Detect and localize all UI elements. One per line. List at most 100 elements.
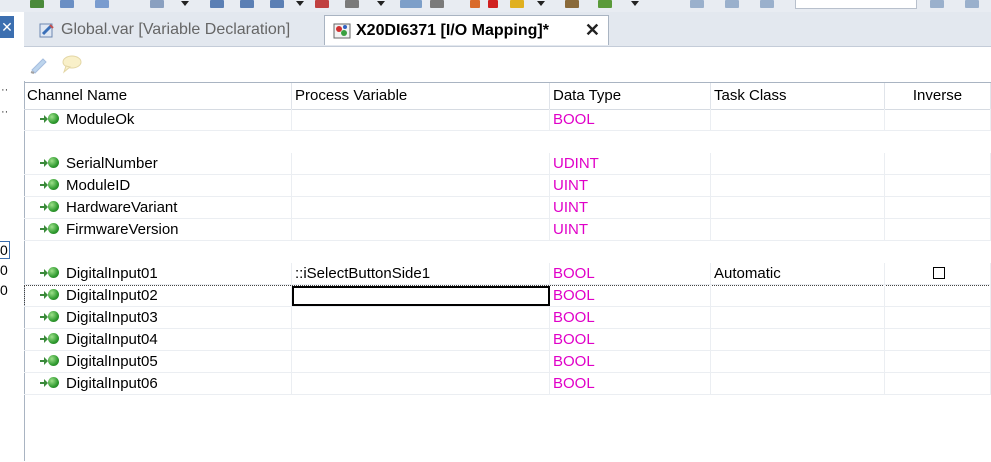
channel-name-cell[interactable]: DigitalInput05	[24, 351, 292, 373]
channel-name-cell[interactable]: HardwareVariant	[24, 197, 292, 219]
process-variable-editor[interactable]	[292, 286, 550, 306]
tab-io-mapping[interactable]: X20DI6371 [I/O Mapping]* ✕	[324, 15, 609, 45]
channel-pin-icon	[40, 333, 60, 345]
table-row[interactable]: SerialNumber UDINT	[24, 153, 991, 175]
process-variable-cell[interactable]	[292, 175, 550, 197]
task-class-cell[interactable]	[711, 219, 885, 241]
inverse-cell[interactable]	[885, 285, 991, 307]
process-variable-cell[interactable]	[292, 307, 550, 329]
channel-name-cell[interactable]: DigitalInput06	[24, 373, 292, 395]
toolbar-icon[interactable]	[930, 0, 944, 8]
channel-name-cell[interactable]: FirmwareVersion	[24, 219, 292, 241]
channel-name-cell[interactable]: ModuleOk	[24, 109, 292, 131]
process-variable-cell[interactable]	[292, 109, 550, 131]
toolbar-icon[interactable]	[965, 0, 979, 8]
table-row[interactable]: DigitalInput05 BOOL	[24, 351, 991, 373]
toolbar-icon[interactable]	[30, 0, 44, 8]
channel-name-text: DigitalInput01	[66, 265, 158, 282]
toolbar-icon[interactable]	[240, 0, 254, 8]
task-class-cell[interactable]	[711, 329, 885, 351]
channel-name-cell[interactable]: SerialNumber	[24, 153, 292, 175]
task-class-cell[interactable]	[711, 373, 885, 395]
close-icon[interactable]: ✕	[585, 20, 600, 41]
inverse-cell[interactable]	[885, 219, 991, 241]
process-variable-cell[interactable]	[292, 153, 550, 175]
toolbar-icon[interactable]	[150, 0, 164, 8]
toolbar-icon[interactable]	[60, 0, 74, 8]
channel-name-cell[interactable]: DigitalInput02	[24, 285, 292, 307]
toolbar-icon[interactable]	[400, 0, 422, 8]
table-row[interactable]: DigitalInput04 BOOL	[24, 329, 991, 351]
process-variable-cell[interactable]	[292, 329, 550, 351]
table-row[interactable]: DigitalInput01::iSelectButtonSide1 BOOL Au…	[24, 263, 991, 285]
inverse-cell[interactable]	[885, 263, 991, 285]
task-class-cell[interactable]	[711, 307, 885, 329]
channel-name-cell[interactable]: DigitalInput04	[24, 329, 292, 351]
data-type-cell: BOOL	[550, 263, 711, 285]
channel-name-cell[interactable]: ModuleID	[24, 175, 292, 197]
table-row[interactable]: ModuleOk BOOL	[24, 109, 991, 131]
inverse-checkbox[interactable]	[933, 267, 945, 279]
toolbar-icon[interactable]	[725, 0, 739, 8]
column-header-task-class[interactable]: Task Class	[711, 83, 885, 109]
table-row[interactable]: DigitalInput02 BOOL	[24, 285, 991, 307]
inverse-cell[interactable]	[885, 307, 991, 329]
task-class-cell[interactable]	[711, 109, 885, 131]
tab-global-var[interactable]: Global.var [Variable Declaration]	[30, 15, 298, 45]
chevron-down-icon[interactable]	[377, 1, 385, 6]
toolbar-icon[interactable]	[760, 0, 774, 8]
toolbar-icon[interactable]	[270, 0, 284, 8]
task-class-cell[interactable]	[711, 197, 885, 219]
process-variable-cell[interactable]	[292, 219, 550, 241]
table-row[interactable]: DigitalInput03 BOOL	[24, 307, 991, 329]
chevron-down-icon[interactable]	[631, 1, 639, 6]
toolbar-icon[interactable]	[430, 0, 444, 8]
io-mapping-grid: Channel Name Process Variable Data Type …	[24, 82, 991, 462]
chevron-down-icon[interactable]	[296, 1, 304, 6]
inverse-cell[interactable]	[885, 373, 991, 395]
table-row[interactable]: FirmwareVersion UINT	[24, 219, 991, 241]
toolbar-icon[interactable]	[470, 0, 480, 8]
column-header-process-variable[interactable]: Process Variable	[292, 83, 550, 109]
inverse-cell[interactable]	[885, 351, 991, 373]
table-row[interactable]: HardwareVariant UINT	[24, 197, 991, 219]
inverse-cell[interactable]	[885, 153, 991, 175]
toolbar-icon[interactable]	[210, 0, 224, 8]
task-class-cell[interactable]	[711, 153, 885, 175]
process-variable-cell[interactable]	[292, 197, 550, 219]
column-header-inverse[interactable]: Inverse	[885, 83, 991, 109]
column-header-data-type[interactable]: Data Type	[550, 83, 711, 109]
inverse-cell[interactable]	[885, 329, 991, 351]
toolbar-icon[interactable]	[598, 0, 612, 8]
toolbar-icon[interactable]	[315, 0, 329, 8]
toolbar-icon[interactable]	[565, 0, 579, 8]
process-variable-cell[interactable]	[292, 351, 550, 373]
inverse-cell[interactable]	[885, 109, 991, 131]
close-icon[interactable]: ✕	[0, 16, 14, 38]
task-class-cell[interactable]: Automatic	[711, 263, 885, 285]
table-row[interactable]: DigitalInput06 BOOL	[24, 373, 991, 395]
toolbar-icon[interactable]	[345, 0, 359, 8]
toolbar-comment-icon[interactable]	[60, 53, 82, 75]
toolbar-icon[interactable]	[510, 0, 524, 8]
inverse-cell[interactable]	[885, 197, 991, 219]
panel-value[interactable]: 0	[0, 241, 10, 259]
toolbar-icon[interactable]	[95, 0, 109, 8]
table-row[interactable]: ModuleID UINT	[24, 175, 991, 197]
channel-name-cell[interactable]: DigitalInput01	[24, 263, 292, 285]
channel-name-cell[interactable]: DigitalInput03	[24, 307, 292, 329]
chevron-down-icon[interactable]	[537, 1, 545, 6]
column-header-channel-name[interactable]: Channel Name	[24, 83, 292, 109]
search-input[interactable]	[795, 0, 917, 9]
task-class-cell[interactable]	[711, 351, 885, 373]
toolbar-pencil-icon[interactable]	[28, 53, 50, 75]
inverse-cell[interactable]	[885, 175, 991, 197]
task-class-cell[interactable]	[711, 175, 885, 197]
toolbar-icon[interactable]	[488, 0, 498, 8]
process-variable-cell[interactable]: ::iSelectButtonSide1	[292, 263, 550, 285]
task-class-cell[interactable]	[711, 285, 885, 307]
process-variable-cell[interactable]	[292, 373, 550, 395]
chevron-down-icon[interactable]	[181, 1, 189, 6]
panel-value: 0	[0, 282, 8, 298]
toolbar-icon[interactable]	[690, 0, 704, 8]
